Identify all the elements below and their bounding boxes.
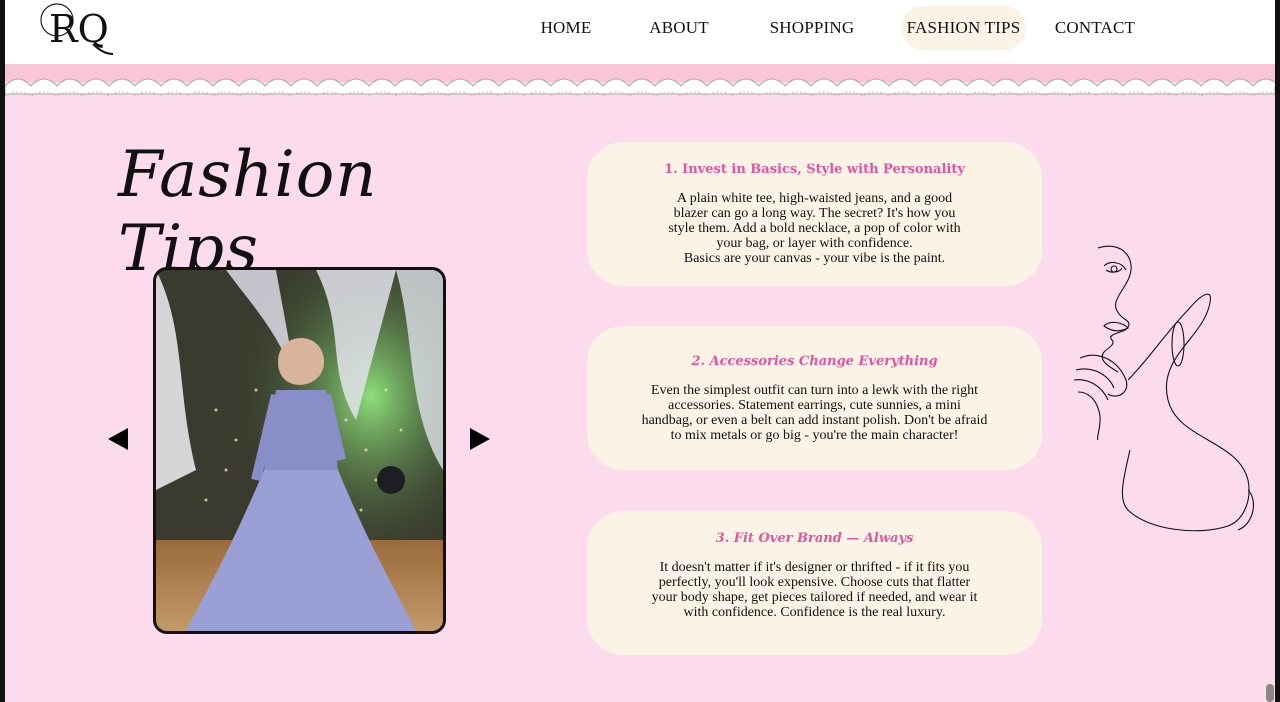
tip-card-body: It doesn't matter if it's designer or th… xyxy=(651,560,978,620)
carousel-photo xyxy=(153,267,446,634)
top-navigation-bar: RQ HOME ABOUT SHOPPING PICKS FASHION TIP… xyxy=(5,0,1275,81)
window-frame-right xyxy=(1275,0,1280,702)
tip-card-title: 3. Fit Over Brand — Always xyxy=(715,531,914,546)
tip-card-3: 3. Fit Over Brand — Always It doesn't ma… xyxy=(587,511,1042,655)
tip-card-body: Even the simplest outfit can turn into a… xyxy=(641,383,988,443)
photo-woman-in-gown xyxy=(156,270,443,631)
nav-shopping-picks[interactable]: SHOPPING PICKS xyxy=(747,6,877,81)
carousel-prev-arrow-icon[interactable] xyxy=(106,426,132,452)
tip-card-title: 1. Invest in Basics, Style with Personal… xyxy=(664,162,965,177)
face-line-art-illustration xyxy=(1073,245,1254,532)
nav-home[interactable]: HOME xyxy=(530,6,602,50)
page-title: Fashion Tips xyxy=(118,138,378,286)
scrollbar-thumb[interactable] xyxy=(1266,684,1274,702)
carousel-next-arrow-icon[interactable] xyxy=(466,426,492,452)
nav-about[interactable]: ABOUT xyxy=(639,6,719,50)
tip-card-title: 2. Accessories Change Everything xyxy=(691,354,938,369)
tip-card-body: A plain white tee, high-waisted jeans, a… xyxy=(668,191,961,266)
nav-contact[interactable]: CONTACT xyxy=(1050,6,1140,50)
tip-card-2: 2. Accessories Change Everything Even th… xyxy=(587,326,1042,470)
scalloped-lace-border xyxy=(5,64,1275,97)
nav-fashion-tips[interactable]: FASHION TIPS xyxy=(901,6,1026,50)
window-frame-left xyxy=(0,0,5,702)
main-nav: HOME ABOUT SHOPPING PICKS FASHION TIPS C… xyxy=(5,6,1275,81)
tip-card-1: 1. Invest in Basics, Style with Personal… xyxy=(587,142,1042,286)
